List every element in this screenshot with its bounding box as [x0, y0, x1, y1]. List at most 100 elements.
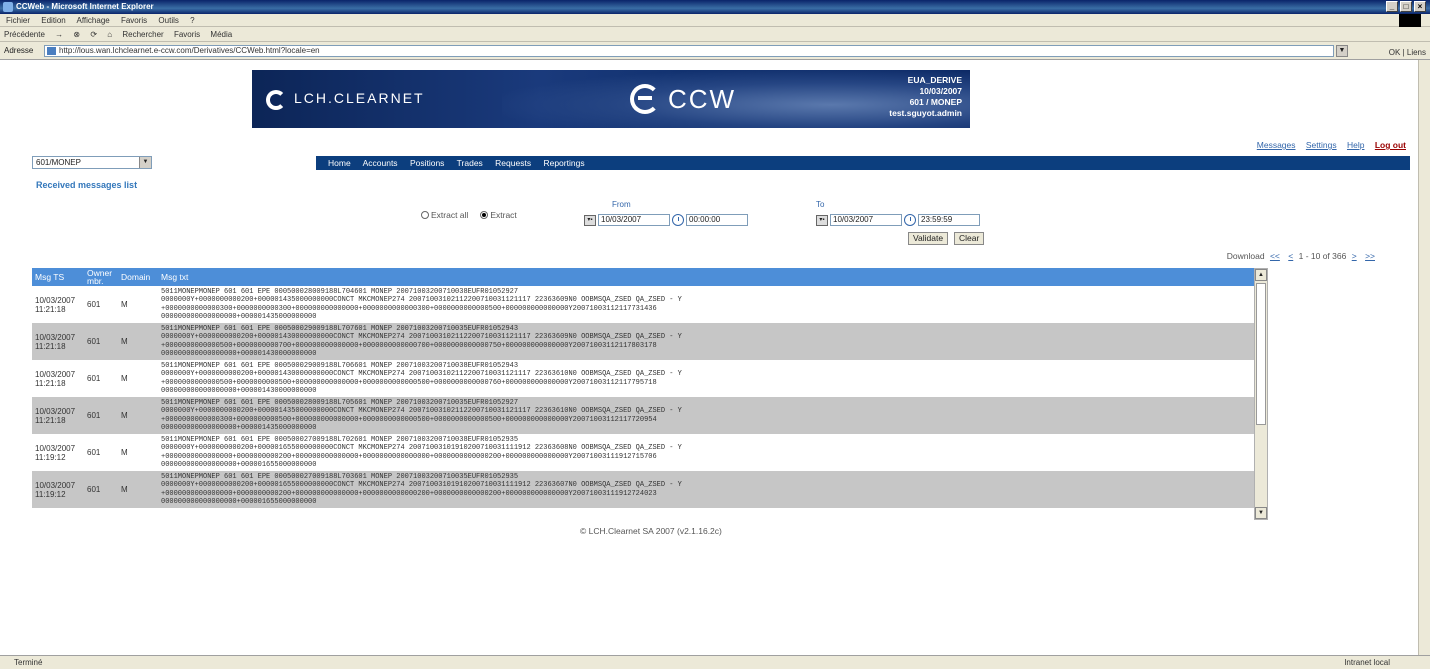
menu-favoris[interactable]: Favoris	[121, 16, 147, 25]
address-dropdown-icon[interactable]: ▼	[1336, 45, 1348, 57]
cell-msg: 5011MONEPMONEP 601 601 EPE 0005000290091…	[158, 323, 1254, 360]
menu-fichier[interactable]: Fichier	[6, 16, 30, 25]
account-select-value: 601/MONEP	[36, 158, 81, 167]
from-date-field[interactable]: 10/03/2007	[598, 214, 670, 226]
table-row[interactable]: 10/03/2007 11:21:18 601 M 5011MONEPMONEP…	[32, 323, 1254, 360]
to-calendar-icon[interactable]: ▾▪	[816, 214, 828, 226]
table-row[interactable]: 10/03/2007 11:21:18 601 M 5011MONEPMONEP…	[32, 397, 1254, 434]
from-time-field[interactable]: 00:00:00	[686, 214, 748, 226]
media-button[interactable]: Média	[210, 30, 232, 39]
nav-positions[interactable]: Positions	[410, 158, 445, 168]
extract-all-option[interactable]: Extract all	[421, 210, 468, 220]
session-user: test.sguyot.admin	[889, 108, 962, 118]
cell-ts: 10/03/2007 11:21:18	[32, 397, 84, 434]
table-row[interactable]: 10/03/2007 11:21:18 601 M 5011MONEPMONEP…	[32, 360, 1254, 397]
close-button[interactable]: ×	[1414, 1, 1426, 12]
lch-logo-icon	[266, 90, 286, 110]
next-page-link[interactable]: >	[1352, 251, 1357, 261]
download-link[interactable]: Download	[1227, 251, 1265, 261]
address-url: http://lous.wan.lchclearnet.e-ccw.com/De…	[59, 46, 320, 55]
from-label: From	[612, 200, 631, 209]
settings-link[interactable]: Settings	[1306, 140, 1337, 150]
minimize-button[interactable]: _	[1386, 1, 1398, 12]
col-domain[interactable]: Domain	[118, 268, 158, 286]
cell-msg: 5011MONEPMONEP 601 601 EPE 0005000270091…	[158, 434, 1254, 471]
chevron-down-icon: ▼	[139, 157, 151, 168]
from-calendar-icon[interactable]: ▾▪	[584, 214, 596, 226]
home-icon[interactable]: ⌂	[107, 30, 112, 39]
cell-owner: 601	[84, 471, 118, 508]
address-input[interactable]: http://lous.wan.lchclearnet.e-ccw.com/De…	[44, 45, 1334, 57]
session-env: EUA_DERIVE	[907, 75, 962, 85]
to-date-field[interactable]: 10/03/2007	[830, 214, 902, 226]
table-row[interactable]: 10/03/2007 11:19:12 601 M 5011MONEPMONEP…	[32, 434, 1254, 471]
menu-help[interactable]: ?	[190, 16, 194, 25]
security-zone: Intranet local	[1344, 658, 1390, 667]
back-button[interactable]: Précédente	[4, 30, 45, 39]
page-content: LCH.CLEARNET CCW EUA_DERIVE 10/03/2007 6…	[0, 60, 1418, 655]
menu-edition[interactable]: Edition	[41, 16, 65, 25]
prev-page-link[interactable]: <	[1288, 251, 1293, 261]
nav-trades[interactable]: Trades	[457, 158, 483, 168]
stop-icon[interactable]: ⊗	[73, 30, 80, 39]
favorites-button[interactable]: Favoris	[174, 30, 200, 39]
nav-requests[interactable]: Requests	[495, 158, 531, 168]
main-nav: Home Accounts Positions Trades Requests …	[316, 156, 1410, 170]
from-clock-icon[interactable]	[672, 214, 684, 226]
table-header-row: Msg TS Owner mbr. Domain Msg txt	[32, 268, 1254, 286]
cell-domain: M	[118, 360, 158, 397]
scroll-up-icon[interactable]: ▲	[1255, 269, 1267, 281]
session-account: 601 / MONEP	[909, 97, 962, 107]
cell-msg: 5011MONEPMONEP 601 601 EPE 0005000280091…	[158, 286, 1254, 323]
windows-logo-icon	[1399, 14, 1421, 27]
table-scrollbar[interactable]: ▲ ▼	[1254, 268, 1268, 520]
pager: Download << < 1 - 10 of 366 > >>	[1227, 251, 1378, 261]
logout-link[interactable]: Log out	[1375, 140, 1406, 150]
account-select[interactable]: 601/MONEP ▼	[32, 156, 152, 169]
to-clock-icon[interactable]	[904, 214, 916, 226]
window-controls: _ □ ×	[1386, 1, 1426, 12]
refresh-icon[interactable]: ⟳	[90, 30, 97, 39]
cell-owner: 601	[84, 397, 118, 434]
cell-ts: 10/03/2007 11:21:18	[32, 286, 84, 323]
menu-outils[interactable]: Outils	[158, 16, 178, 25]
cell-domain: M	[118, 434, 158, 471]
page-scrollbar[interactable]	[1418, 60, 1430, 655]
window-title: CCWeb - Microsoft Internet Explorer	[16, 2, 154, 11]
menu-affichage[interactable]: Affichage	[77, 16, 110, 25]
maximize-button[interactable]: □	[1400, 1, 1412, 12]
cell-owner: 601	[84, 323, 118, 360]
extract-radio[interactable]	[480, 211, 489, 219]
col-msg-ts[interactable]: Msg TS	[32, 268, 84, 286]
cell-msg: 5011MONEPMONEP 601 601 EPE 0005000290091…	[158, 360, 1254, 397]
clear-button[interactable]: Clear	[954, 232, 985, 245]
help-link[interactable]: Help	[1347, 140, 1364, 150]
nav-home[interactable]: Home	[328, 158, 351, 168]
ccw-brand: CCW	[668, 84, 737, 114]
cell-ts: 10/03/2007 11:19:12	[32, 434, 84, 471]
ie-icon	[3, 2, 13, 12]
status-bar: Terminé Intranet local	[0, 655, 1430, 669]
search-button[interactable]: Rechercher	[122, 30, 163, 39]
messages-grid: Msg TS Owner mbr. Domain Msg txt 10/03/2…	[32, 268, 1268, 520]
table-row[interactable]: 10/03/2007 11:19:12 601 M 5011MONEPMONEP…	[32, 471, 1254, 508]
first-page-link[interactable]: <<	[1270, 251, 1280, 261]
last-page-link[interactable]: >>	[1365, 251, 1375, 261]
to-time-field[interactable]: 23:59:59	[918, 214, 980, 226]
cell-domain: M	[118, 323, 158, 360]
forward-button[interactable]: →	[55, 30, 63, 39]
col-owner[interactable]: Owner mbr.	[84, 268, 118, 286]
validate-button[interactable]: Validate	[908, 232, 949, 245]
scroll-down-icon[interactable]: ▼	[1255, 507, 1267, 519]
nav-accounts[interactable]: Accounts	[363, 158, 398, 168]
col-msg-txt[interactable]: Msg txt	[158, 268, 1254, 286]
cell-owner: 601	[84, 434, 118, 471]
extract-all-radio[interactable]	[421, 211, 429, 219]
extract-option[interactable]: Extract	[480, 210, 517, 220]
extract-mode: Extract all Extract	[421, 210, 517, 220]
messages-link[interactable]: Messages	[1257, 140, 1296, 150]
nav-reportings[interactable]: Reportings	[543, 158, 584, 168]
scroll-thumb[interactable]	[1256, 283, 1266, 425]
table-row[interactable]: 10/03/2007 11:21:18 601 M 5011MONEPMONEP…	[32, 286, 1254, 323]
cell-ts: 10/03/2007 11:21:18	[32, 323, 84, 360]
